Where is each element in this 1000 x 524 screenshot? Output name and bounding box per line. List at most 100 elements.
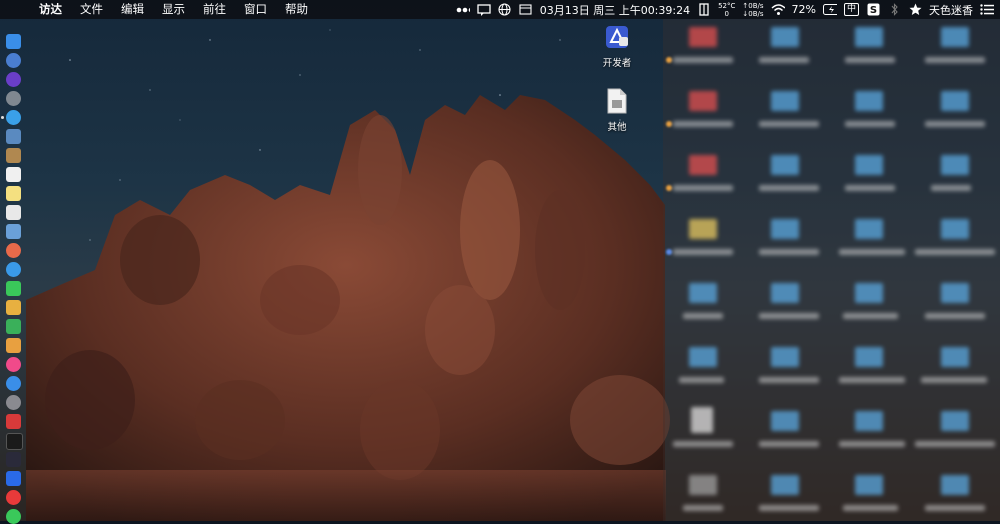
file-label bbox=[759, 505, 819, 511]
folder-icon[interactable] bbox=[689, 347, 717, 367]
menubar-clock[interactable]: 03月13日 周三 上午00:39:24 bbox=[540, 2, 690, 18]
folder-icon[interactable] bbox=[941, 155, 969, 175]
terminal-dock-icon[interactable] bbox=[6, 433, 23, 450]
file-label bbox=[845, 185, 895, 191]
list-menu-icon[interactable] bbox=[980, 4, 994, 16]
folder-icon[interactable] bbox=[689, 283, 717, 303]
dots-menu-icon[interactable] bbox=[456, 4, 470, 16]
folder-icon[interactable] bbox=[689, 219, 717, 239]
desktop-icon-other[interactable]: 其他 bbox=[587, 88, 647, 133]
file-label bbox=[915, 441, 995, 447]
folder-icon[interactable] bbox=[771, 411, 799, 431]
menu-view[interactable]: 显示 bbox=[153, 0, 194, 19]
maps-dock-icon[interactable] bbox=[6, 224, 21, 239]
tool-icon[interactable] bbox=[697, 3, 711, 16]
bluetooth-icon[interactable] bbox=[887, 3, 901, 16]
folder-icon[interactable] bbox=[941, 283, 969, 303]
photos-dock-icon[interactable] bbox=[6, 243, 21, 258]
folder-icon[interactable] bbox=[689, 27, 717, 47]
folder-icon[interactable] bbox=[771, 155, 799, 175]
folder-icon[interactable] bbox=[941, 347, 969, 367]
file-label bbox=[843, 313, 898, 319]
folder-icon[interactable] bbox=[941, 27, 969, 47]
safari-dock-icon[interactable] bbox=[6, 110, 21, 125]
folder-icon[interactable] bbox=[855, 411, 883, 431]
rocket-dock-icon[interactable] bbox=[6, 91, 21, 106]
folder-icon[interactable] bbox=[689, 91, 717, 111]
net-up: ↑0B/s bbox=[742, 1, 764, 10]
folder-icon[interactable] bbox=[855, 475, 883, 495]
activity-dock-icon[interactable] bbox=[6, 452, 21, 467]
contacts-dock-icon[interactable] bbox=[6, 148, 21, 163]
battery-icon[interactable] bbox=[822, 4, 837, 16]
network-speed-readout[interactable]: ↑0B/s ↓0B/s bbox=[742, 2, 763, 18]
netease-dock-icon[interactable] bbox=[6, 490, 21, 505]
file-label bbox=[845, 57, 895, 63]
sogou-s-icon[interactable]: S bbox=[866, 3, 880, 16]
globe-icon[interactable] bbox=[498, 3, 512, 16]
menu-bar: 访达 文件 编辑 显示 前往 窗口 帮助 03月13日 周三 上午00:39:2… bbox=[0, 0, 1000, 19]
folder-icon[interactable] bbox=[855, 283, 883, 303]
calendar-icon[interactable] bbox=[519, 4, 533, 16]
wechat-dock-icon[interactable] bbox=[6, 509, 21, 524]
temperature-readout[interactable]: 52°C 0 bbox=[718, 2, 735, 18]
numbers-dock-icon[interactable] bbox=[6, 319, 21, 334]
music-dock-icon[interactable] bbox=[6, 357, 21, 372]
siri-dock-icon[interactable] bbox=[6, 53, 21, 68]
desktop-icon-developer[interactable]: 开发者 bbox=[587, 24, 647, 69]
menu-help[interactable]: 帮助 bbox=[276, 0, 317, 19]
keynote-dock-icon[interactable] bbox=[6, 338, 21, 353]
folder-icon[interactable] bbox=[771, 475, 799, 495]
file-icon[interactable] bbox=[689, 475, 717, 495]
folder-icon[interactable] bbox=[855, 27, 883, 47]
folder-icon[interactable] bbox=[941, 475, 969, 495]
folder-icon[interactable] bbox=[941, 219, 969, 239]
menu-go[interactable]: 前往 bbox=[194, 0, 235, 19]
app-store-dock-icon[interactable] bbox=[6, 376, 21, 391]
folder-icon[interactable] bbox=[771, 27, 799, 47]
folder-icon[interactable] bbox=[771, 91, 799, 111]
menu-app-name[interactable]: 访达 bbox=[30, 0, 71, 19]
preview-dock-icon[interactable] bbox=[6, 129, 21, 144]
launchpad-dock-icon[interactable] bbox=[6, 72, 21, 87]
folder-icon[interactable] bbox=[771, 219, 799, 239]
folder-icon[interactable] bbox=[855, 91, 883, 111]
notification-icon[interactable] bbox=[477, 3, 491, 16]
folder-icon[interactable] bbox=[689, 155, 717, 175]
folder-icon[interactable] bbox=[855, 219, 883, 239]
star-icon[interactable] bbox=[908, 3, 922, 16]
file-label bbox=[845, 121, 895, 127]
pages-dock-icon[interactable] bbox=[6, 300, 21, 315]
reminders-dock-icon[interactable] bbox=[6, 205, 21, 220]
facetime-dock-icon[interactable] bbox=[6, 281, 21, 296]
notes-dock-icon[interactable] bbox=[6, 186, 21, 201]
file-label bbox=[843, 505, 898, 511]
finder-dock-icon[interactable] bbox=[6, 34, 21, 49]
calendar-dock-icon[interactable] bbox=[6, 167, 21, 182]
vpn-dock-icon[interactable] bbox=[6, 471, 21, 486]
vivaldi-dock-icon[interactable] bbox=[6, 414, 21, 429]
svg-text:S: S bbox=[869, 5, 876, 16]
messages-dock-icon[interactable] bbox=[6, 262, 21, 277]
folder-icon[interactable] bbox=[855, 155, 883, 175]
file-tag bbox=[666, 121, 672, 127]
settings-dock-icon[interactable] bbox=[6, 395, 21, 410]
folder-icon[interactable] bbox=[771, 283, 799, 303]
user-name[interactable]: 天色迷香 bbox=[929, 2, 973, 18]
blurred-desktop-files bbox=[663, 19, 1000, 521]
net-down: ↓0B/s bbox=[742, 9, 764, 18]
wifi-icon[interactable] bbox=[771, 3, 785, 16]
file-label bbox=[759, 441, 819, 447]
input-method-indicator[interactable]: 中 bbox=[843, 3, 859, 16]
folder-icon[interactable] bbox=[771, 347, 799, 367]
battery-percent[interactable]: 72% bbox=[792, 3, 816, 16]
folder-icon[interactable] bbox=[941, 411, 969, 431]
folder-icon[interactable] bbox=[941, 91, 969, 111]
folder-icon[interactable] bbox=[855, 347, 883, 367]
menu-edit[interactable]: 编辑 bbox=[112, 0, 153, 19]
menu-file[interactable]: 文件 bbox=[71, 0, 112, 19]
file-label bbox=[925, 505, 985, 511]
document-file-icon[interactable] bbox=[691, 407, 713, 433]
file-label bbox=[759, 249, 819, 255]
menu-window[interactable]: 窗口 bbox=[235, 0, 276, 19]
